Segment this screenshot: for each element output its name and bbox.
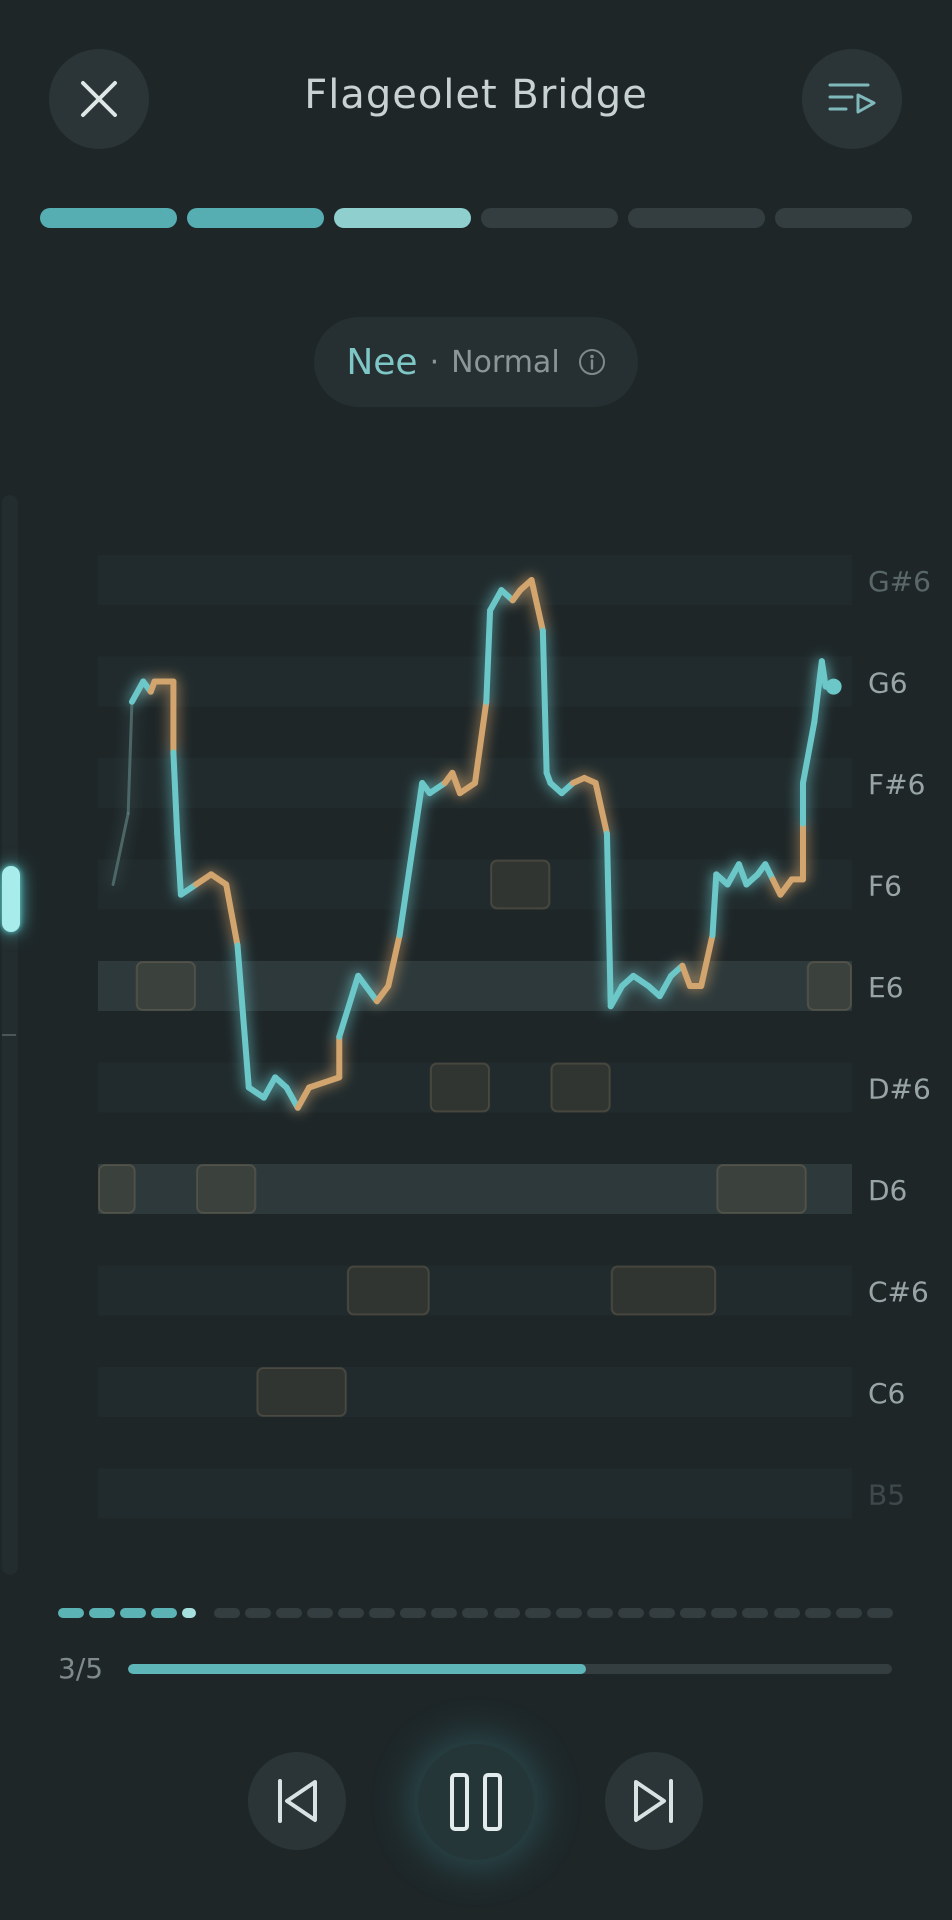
previous-button[interactable] <box>248 1752 346 1850</box>
repetition-dot <box>618 1608 644 1618</box>
pitch-segment <box>170 749 181 837</box>
note-lane <box>98 555 852 605</box>
note-label: E6 <box>868 971 904 1004</box>
repetition-dot <box>742 1608 769 1618</box>
repetition-dot <box>555 1608 582 1618</box>
skip-next-icon <box>634 1779 673 1823</box>
phrase-counter: 3/5 <box>58 1652 104 1685</box>
note-label: C#6 <box>868 1276 929 1309</box>
repetition-dot <box>275 1608 302 1618</box>
note-label: G#6 <box>868 565 931 598</box>
target-note <box>806 961 853 1011</box>
note-lane <box>98 1265 852 1316</box>
phrase-progress-bar[interactable] <box>128 1664 892 1674</box>
repetition-dot <box>493 1608 520 1618</box>
repetition-dot <box>400 1608 427 1618</box>
repetition-dot <box>58 1608 84 1618</box>
target-note <box>346 1265 430 1316</box>
repetition-dot <box>680 1608 707 1618</box>
note-label: G6 <box>868 667 908 700</box>
target-note <box>429 1062 491 1113</box>
repetition-dot <box>649 1608 676 1618</box>
pause-button[interactable] <box>418 1744 534 1860</box>
repetition-progress <box>58 1608 898 1618</box>
pitch-segment <box>174 830 184 898</box>
target-note <box>490 859 551 910</box>
target-note <box>256 1367 347 1417</box>
pitch-chart: G#6 G6 F#6 F6 E6 D#6 D6 C#6 C6 B5 <box>98 555 931 1519</box>
pitch-segment <box>539 627 550 776</box>
pitch-segment <box>483 607 494 705</box>
target-note <box>716 1164 807 1214</box>
repetition-dot <box>338 1608 364 1618</box>
target-note <box>550 1062 611 1113</box>
phrase-progress-fill <box>128 1664 587 1674</box>
note-label: D#6 <box>868 1073 931 1106</box>
note-label: F#6 <box>868 768 925 801</box>
repetition-dot <box>182 1608 197 1618</box>
repetition-dot <box>89 1608 116 1618</box>
repetition-dot <box>586 1608 613 1618</box>
note-lane <box>98 656 852 707</box>
pitch-segment <box>709 871 720 939</box>
note-label: B5 <box>868 1479 905 1512</box>
target-note <box>196 1164 257 1214</box>
note-label: D6 <box>868 1174 907 1207</box>
note-label: F6 <box>868 870 902 903</box>
pitch-segment <box>818 658 829 690</box>
repetition-dot <box>431 1608 458 1618</box>
pitch-cursor <box>825 678 842 695</box>
repetition-dot <box>835 1608 862 1618</box>
target-note <box>98 1164 136 1214</box>
repetition-dot <box>306 1608 333 1618</box>
repetition-dot <box>244 1608 271 1618</box>
pause-icon <box>450 1773 502 1831</box>
repetition-dot <box>524 1608 551 1618</box>
skip-previous-icon <box>278 1779 317 1823</box>
next-button[interactable] <box>605 1752 703 1850</box>
repetition-dot <box>120 1608 147 1618</box>
repetition-dot <box>804 1608 831 1618</box>
repetition-dot <box>773 1608 800 1618</box>
repetition-dot <box>213 1608 240 1618</box>
repetition-dot <box>711 1608 738 1618</box>
note-lane <box>98 961 852 1011</box>
repetition-dot <box>369 1608 396 1618</box>
pitch-segment <box>603 830 614 1010</box>
note-label: C6 <box>868 1377 905 1410</box>
repetition-dot <box>866 1608 893 1618</box>
repetition-dot <box>462 1608 489 1618</box>
note-lane <box>98 1468 852 1519</box>
note-lane <box>98 1367 852 1417</box>
target-note <box>610 1265 717 1316</box>
target-note <box>135 961 197 1011</box>
repetition-dot <box>151 1608 178 1618</box>
